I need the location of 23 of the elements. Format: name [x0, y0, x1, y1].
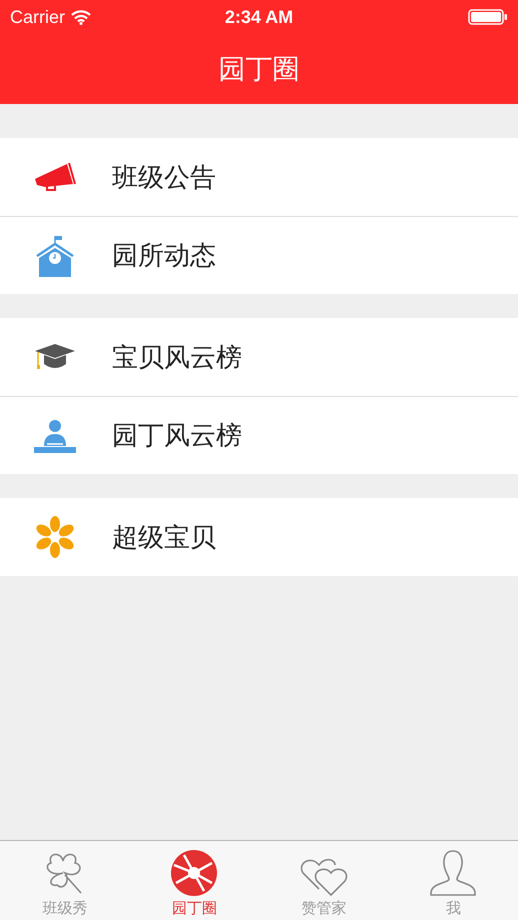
- menu-label: 园丁风云榜: [112, 419, 242, 452]
- menu-row[interactable]: 宝贝风云榜: [0, 318, 518, 396]
- nav-title: 园丁圈: [218, 52, 300, 86]
- menu-label: 宝贝风云榜: [112, 340, 242, 374]
- megaphone-icon: [33, 162, 77, 192]
- aperture-icon: [170, 849, 218, 897]
- schoolhouse-icon: [35, 234, 75, 278]
- person-at-desk-icon: [33, 418, 77, 454]
- menu-row[interactable]: 班级公告: [0, 138, 518, 216]
- menu-label: 超级宝贝: [112, 520, 216, 554]
- flower-icon: [35, 516, 75, 558]
- clock-time: 2:34 AM: [224, 6, 294, 28]
- menu-row[interactable]: 园所动态: [0, 216, 518, 294]
- battery-icon: [468, 9, 508, 25]
- person-icon: [429, 849, 478, 897]
- menu-row[interactable]: 超级宝贝: [0, 498, 518, 576]
- carrier-label: Carrier: [10, 6, 66, 28]
- menu-label: 园所动态: [112, 239, 216, 272]
- graduation-cap-icon: [33, 342, 77, 372]
- menu-row[interactable]: 园丁风云榜: [0, 396, 518, 474]
- tab-bar-item[interactable]: 园丁圈: [130, 841, 259, 920]
- wifi-icon: [71, 10, 92, 24]
- menu-label: 班级公告: [112, 160, 216, 194]
